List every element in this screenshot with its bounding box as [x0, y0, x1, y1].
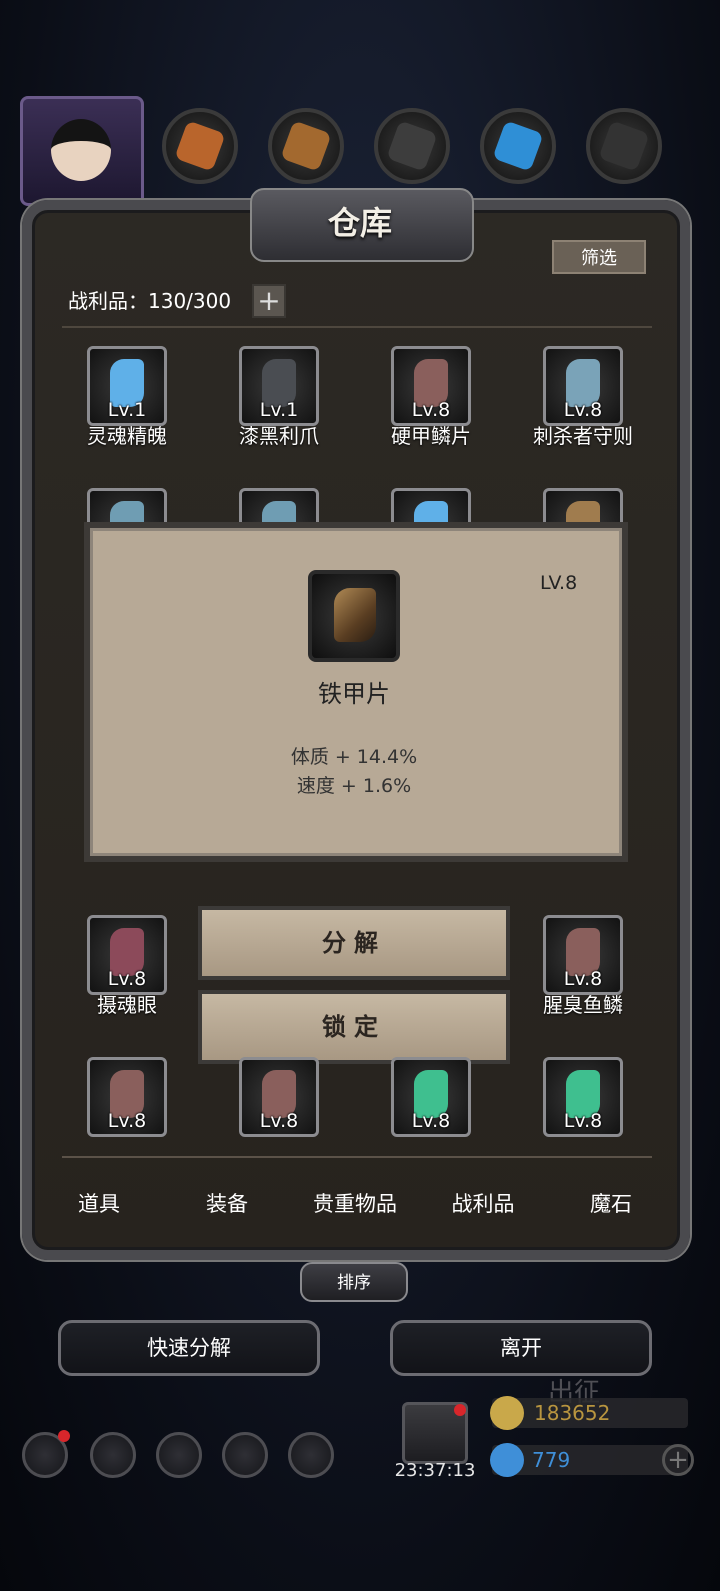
item-name: 摄魂眼	[97, 993, 157, 1017]
item-slot[interactable]: Lv.8	[239, 1057, 319, 1137]
popup-stat: 体质 + 14.4%	[290, 746, 418, 768]
popup-item-slot	[308, 570, 400, 662]
item-slot[interactable]: Lv.1	[87, 346, 167, 426]
popup-item-name: 铁甲片	[318, 680, 390, 708]
map-icon[interactable]	[288, 1432, 334, 1478]
item-level: Lv.1	[107, 399, 147, 421]
avatar-face	[51, 119, 111, 181]
gift-notification-dot	[454, 1404, 466, 1416]
star-icon[interactable]	[90, 1432, 136, 1478]
item-slot[interactable]: Lv.8	[391, 346, 471, 426]
expand-capacity-button[interactable]: +	[252, 284, 286, 318]
armor-plate-icon	[334, 588, 376, 642]
item-name: 腥臭鱼鳞	[543, 993, 623, 1017]
resource-orb-stone[interactable]	[374, 108, 450, 184]
iron-icon	[598, 120, 650, 172]
popup-item-level: LV.8	[540, 572, 578, 594]
notification-dot	[58, 1430, 70, 1442]
add-currency-icon[interactable]: +	[662, 1444, 694, 1476]
guild-icon[interactable]	[156, 1432, 202, 1478]
item-level: Lv.8	[411, 1110, 451, 1132]
item-slot[interactable]: Lv.1	[239, 346, 319, 426]
item-name: 灵魂精魄	[87, 424, 167, 448]
item-slot[interactable]: Lv.8	[543, 915, 623, 995]
item-level: Lv.8	[259, 1110, 299, 1132]
item-name: 刺杀者守则	[533, 424, 633, 448]
stone-icon	[386, 120, 438, 172]
sort-button[interactable]: 排序	[300, 1262, 408, 1302]
divider	[62, 326, 652, 328]
tab-4[interactable]: 魔石	[556, 1188, 666, 1218]
quick-decompose-button[interactable]: 快速分解	[58, 1320, 320, 1376]
item-slot[interactable]: Lv.8	[87, 915, 167, 995]
gold-coin-icon	[490, 1396, 524, 1430]
mail-icon[interactable]	[222, 1432, 268, 1478]
filter-button[interactable]: 筛选	[552, 240, 646, 274]
tab-0[interactable]: 道具	[44, 1188, 154, 1218]
item-level: Lv.8	[563, 399, 603, 421]
resource-orb-crystal[interactable]	[480, 108, 556, 184]
item-level: Lv.8	[107, 1110, 147, 1132]
resource-orb-iron[interactable]	[586, 108, 662, 184]
tab-3[interactable]: 战利品	[428, 1188, 538, 1218]
popup-stat: 速度 + 1.6%	[296, 775, 412, 797]
decompose-button[interactable]: 分解	[198, 906, 510, 980]
tab-2[interactable]: 贵重物品	[300, 1188, 410, 1218]
item-slot[interactable]: Lv.8	[391, 1057, 471, 1137]
item-slot[interactable]: Lv.8	[543, 1057, 623, 1137]
item-level: Lv.8	[563, 1110, 603, 1132]
item-name: 漆黑利爪	[239, 424, 319, 448]
tab-1[interactable]: 装备	[172, 1188, 282, 1218]
item-name: 硬甲鳞片	[391, 424, 471, 448]
item-level: Lv.8	[411, 399, 451, 421]
item-level: Lv.8	[563, 968, 603, 990]
item-level: Lv.1	[259, 399, 299, 421]
resource-orb-wood[interactable]	[268, 108, 344, 184]
gift-timer: 23:37:13	[394, 1460, 476, 1481]
item-slot[interactable]: Lv.8	[87, 1057, 167, 1137]
page-title: 仓库	[327, 204, 392, 242]
inventory-count: 战利品：130/300	[68, 289, 232, 313]
crystal-icon	[492, 120, 544, 172]
tab-divider	[62, 1156, 652, 1158]
wood-icon	[280, 120, 332, 172]
meat-icon	[174, 120, 226, 172]
player-avatar[interactable]	[20, 96, 144, 206]
gem-icon	[490, 1443, 524, 1477]
gold-amount: 183652	[534, 1401, 611, 1425]
resource-orb-meat[interactable]	[162, 108, 238, 184]
lock-button[interactable]: 锁定	[198, 990, 510, 1064]
item-level: Lv.8	[107, 968, 147, 990]
gem-amount: 779	[532, 1448, 571, 1472]
leave-button[interactable]: 离开	[390, 1320, 652, 1376]
item-slot[interactable]: Lv.8	[543, 346, 623, 426]
